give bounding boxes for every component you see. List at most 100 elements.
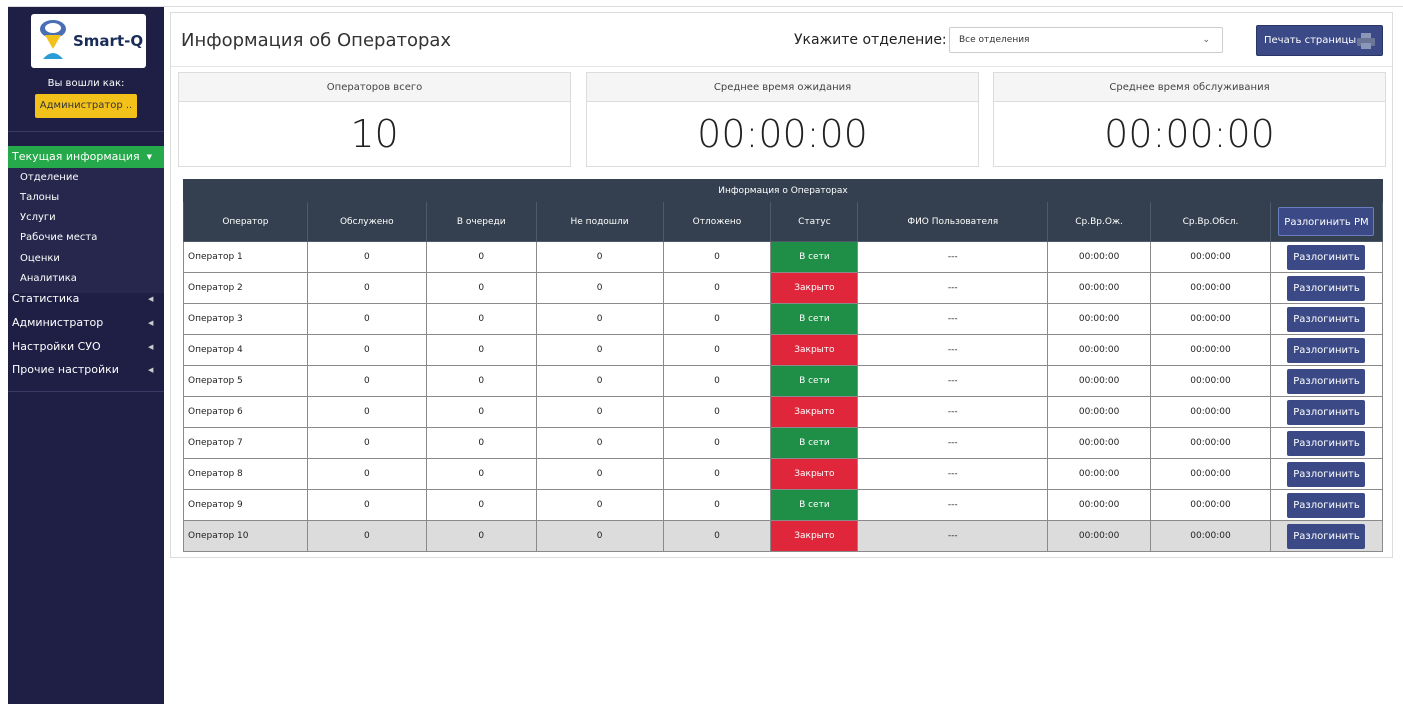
cell-actions: Разлогинить (1269, 489, 1384, 521)
user-badge[interactable]: Администратор .. (35, 94, 137, 118)
cell-operator: Оператор 10 (183, 520, 308, 552)
cell-user: --- (857, 272, 1049, 304)
cell-avg-wait: 00:00:00 (1047, 334, 1152, 366)
cell-avg-wait: 00:00:00 (1047, 396, 1152, 428)
table-row: Оператор 10000В сети --- 00:00:00 00:00:00 Р… (183, 241, 1384, 273)
submenu-item-services[interactable]: Услуги (20, 212, 56, 223)
table-row: Оператор 30000В сети --- 00:00:00 00:00:00 Р… (183, 303, 1384, 335)
cell-actions: Разлогинить (1269, 396, 1384, 428)
logout-button[interactable]: Разлогинить (1287, 306, 1366, 332)
cell-user: --- (857, 334, 1049, 366)
cell-no-show: 0 (535, 365, 664, 397)
cell-operator: Оператор 2 (183, 272, 308, 304)
menu-statistics[interactable]: Статистика ◀ (12, 292, 153, 305)
menu-administrator-label: Администратор (12, 316, 104, 329)
cell-operator: Оператор 6 (183, 396, 308, 428)
cell-avg-wait: 00:00:00 (1047, 520, 1152, 552)
cell-status: Закрыто (770, 520, 859, 552)
cell-queue: 0 (425, 334, 537, 366)
cell-user: --- (857, 458, 1049, 490)
cell-actions: Разлогинить (1269, 458, 1384, 490)
submenu-item-analytics[interactable]: Аналитика (20, 273, 77, 284)
top-border (8, 6, 1403, 7)
cell-status: В сети (770, 489, 859, 521)
logout-button[interactable]: Разлогинить (1287, 461, 1366, 487)
branch-select[interactable]: Все отделения ⌄ (949, 27, 1223, 53)
cell-served: 0 (306, 396, 427, 428)
cell-actions: Разлогинить (1269, 303, 1384, 335)
stat-label: Среднее время обслуживания (994, 73, 1385, 102)
menu-queue-settings[interactable]: Настройки СУО ◀ (12, 340, 153, 353)
caret-left-icon: ◀ (148, 295, 154, 303)
menu-statistics-label: Статистика (12, 292, 80, 305)
table-row: Оператор 90000В сети --- 00:00:00 00:00:00 Р… (183, 489, 1384, 521)
print-button[interactable]: Печать страницы (1256, 25, 1383, 56)
menu-other-settings[interactable]: Прочие настройки ◀ (12, 363, 153, 376)
cell-avg-wait: 00:00:00 (1047, 427, 1152, 459)
logout-button[interactable]: Разлогинить (1287, 244, 1366, 270)
cell-avg-service: 00:00:00 (1150, 334, 1271, 366)
cell-postponed: 0 (662, 303, 772, 335)
cell-avg-wait: 00:00:00 (1047, 458, 1152, 490)
cell-queue: 0 (425, 427, 537, 459)
logout-button[interactable]: Разлогинить (1287, 399, 1366, 425)
cell-status: Закрыто (770, 334, 859, 366)
cell-avg-wait: 00:00:00 (1047, 365, 1152, 397)
cell-operator: Оператор 9 (183, 489, 308, 521)
menu-current-info[interactable]: Текущая информация ▼ (8, 146, 164, 168)
cell-user: --- (857, 365, 1049, 397)
cell-postponed: 0 (662, 334, 772, 366)
submenu-item-branch[interactable]: Отделение (20, 172, 79, 183)
submenu-item-tickets[interactable]: Талоны (20, 192, 59, 203)
table-row: Оператор 50000В сети --- 00:00:00 00:00:00 Р… (183, 365, 1384, 397)
cell-avg-service: 00:00:00 (1150, 272, 1271, 304)
cell-operator: Оператор 4 (183, 334, 308, 366)
cell-no-show: 0 (535, 458, 664, 490)
cell-no-show: 0 (535, 520, 664, 552)
cell-queue: 0 (425, 458, 537, 490)
cell-avg-service: 00:00:00 (1150, 458, 1271, 490)
cell-queue: 0 (425, 489, 537, 521)
cell-user: --- (857, 520, 1049, 552)
cell-served: 0 (306, 520, 427, 552)
logout-button[interactable]: Разлогинить (1287, 492, 1366, 518)
cell-no-show: 0 (535, 241, 664, 273)
branch-select-value: Все отделения (959, 35, 1030, 45)
cell-served: 0 (306, 427, 427, 459)
menu-administrator[interactable]: Администратор ◀ (12, 316, 153, 329)
logout-button[interactable]: Разлогинить (1287, 275, 1366, 301)
col-postponed: Отложено (662, 201, 772, 242)
logout-button[interactable]: Разлогинить (1287, 430, 1366, 456)
caret-down-icon: ▼ (146, 153, 152, 161)
logout-button[interactable]: Разлогинить (1287, 523, 1366, 549)
cell-no-show: 0 (535, 427, 664, 459)
cell-user: --- (857, 427, 1049, 459)
submenu-item-ratings[interactable]: Оценки (20, 253, 60, 264)
login-label: Вы вошли как: (47, 78, 125, 89)
cell-status: Закрыто (770, 396, 859, 428)
printer-icon (1357, 33, 1375, 49)
submenu-item-workplaces[interactable]: Рабочие места (20, 232, 97, 243)
branch-label: Укажите отделение: (794, 32, 947, 48)
logout-button[interactable]: Разлогинить (1287, 337, 1366, 363)
cell-queue: 0 (425, 303, 537, 335)
cell-served: 0 (306, 272, 427, 304)
cell-served: 0 (306, 458, 427, 490)
logout-all-button[interactable]: Разлогинить РМ (1278, 207, 1375, 236)
logout-button[interactable]: Разлогинить (1287, 368, 1366, 394)
col-user-name: ФИО Пользователя (857, 201, 1049, 242)
cell-postponed: 0 (662, 272, 772, 304)
cell-avg-service: 00:00:00 (1150, 427, 1271, 459)
cell-operator: Оператор 3 (183, 303, 308, 335)
cell-avg-service: 00:00:00 (1150, 520, 1271, 552)
table-row: Оператор 6 0 0 0 0 Закрыто --- 00:00:00 00:00:00… (183, 396, 1384, 428)
logo[interactable]: Smart-Q (31, 14, 146, 68)
cell-served: 0 (306, 489, 427, 521)
cell-status: Закрыто (770, 458, 859, 490)
logo-text: Smart-Q (73, 32, 144, 50)
submenu: Отделение Талоны Услуги Рабочие места Оц… (8, 168, 164, 293)
sidebar: Smart-Q Вы вошли как: Администратор .. Т… (8, 7, 164, 704)
cell-operator: Оператор 1 (183, 241, 308, 273)
caret-left-icon: ◀ (148, 366, 154, 374)
menu-queue-settings-label: Настройки СУО (12, 340, 101, 353)
